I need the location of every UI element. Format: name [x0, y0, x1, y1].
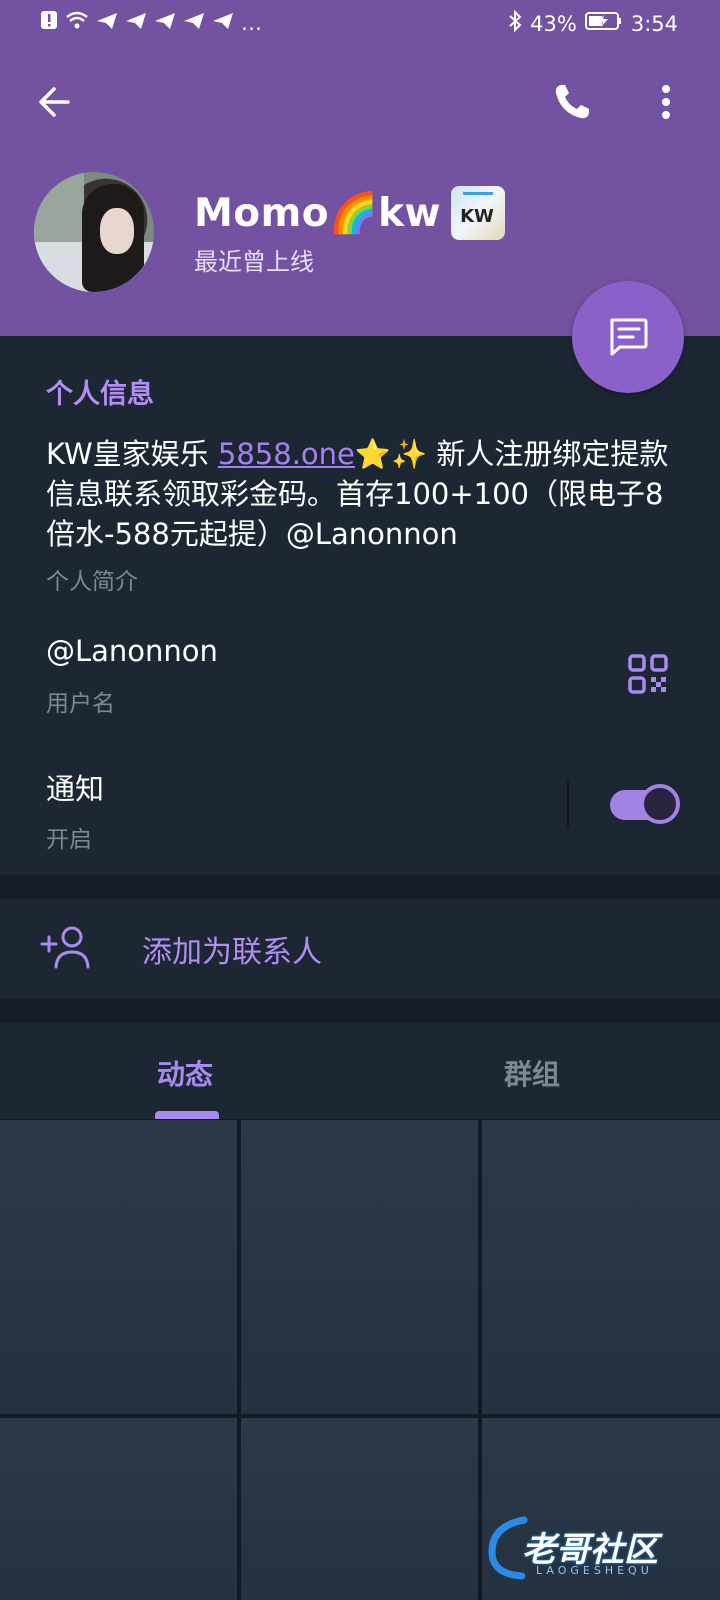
telegram-notification-icon: [125, 11, 147, 35]
last-seen-status: 最近曾上线: [194, 248, 314, 276]
send-message-button[interactable]: [572, 281, 684, 393]
back-arrow-icon[interactable]: [36, 84, 72, 124]
bio-label: 个人简介: [46, 569, 138, 595]
more-notifications: …: [241, 10, 262, 35]
media-cell[interactable]: [0, 1418, 237, 1600]
username-label: 用户名: [46, 691, 115, 717]
battery-percent: 43%: [530, 11, 577, 36]
telegram-notification-icon: [212, 11, 234, 35]
wifi-icon: [65, 10, 89, 35]
section-gap: [0, 999, 720, 1023]
bluetooth-icon: [508, 9, 522, 37]
media-cell[interactable]: [241, 1120, 478, 1414]
telegram-notification-icon: [154, 11, 176, 35]
profile-name-row: Momo🌈kw KW: [194, 186, 506, 240]
watermark-subtext: LAOGESHEQU: [536, 1564, 653, 1577]
username-value[interactable]: @Lanonnon: [46, 634, 218, 668]
bio-prefix: KW皇家娱乐: [46, 437, 218, 471]
status-bar: … 43% 3:54: [0, 0, 720, 50]
alert-icon: [40, 10, 58, 35]
avatar[interactable]: [34, 172, 154, 292]
bio-text[interactable]: KW皇家娱乐 5858.one⭐✨ 新人注册绑定提款信息联系领取彩金码。首存10…: [46, 434, 686, 554]
media-cell[interactable]: [0, 1120, 237, 1414]
divider: [567, 782, 569, 826]
media-cell[interactable]: [482, 1120, 720, 1414]
notifications-title[interactable]: 通知: [46, 766, 104, 808]
telegram-notification-icon: [183, 11, 205, 35]
bio-link[interactable]: 5858.one: [218, 437, 355, 471]
clock: 3:54: [630, 11, 678, 36]
media-tabs: 动态 群组: [0, 1023, 720, 1120]
profile-name: Momo🌈kw: [194, 191, 442, 236]
phone-icon[interactable]: [552, 82, 592, 126]
qr-code-icon[interactable]: [628, 654, 668, 698]
add-contact-row[interactable]: 添加为联系人: [0, 899, 720, 999]
toggle-knob: [640, 784, 680, 824]
add-user-icon: [40, 925, 92, 973]
notifications-state: 开启: [46, 827, 92, 853]
media-cell[interactable]: [241, 1418, 478, 1600]
notifications-toggle[interactable]: [610, 784, 680, 824]
kw-logo-icon: KW: [451, 186, 506, 240]
watermark-logo: 老哥社区 LAOGESHEQU: [484, 1508, 706, 1588]
tab-posts[interactable]: 动态: [157, 1053, 213, 1093]
active-tab-indicator: [155, 1111, 219, 1119]
tab-groups[interactable]: 群组: [504, 1053, 560, 1093]
add-contact-label: 添加为联系人: [142, 935, 322, 970]
section-gap: [0, 875, 720, 899]
section-title-info: 个人信息: [46, 379, 154, 410]
battery-charging-icon: [584, 11, 623, 36]
more-vertical-icon[interactable]: [660, 84, 672, 124]
message-icon: [610, 318, 648, 356]
telegram-notification-icon: [96, 11, 118, 35]
